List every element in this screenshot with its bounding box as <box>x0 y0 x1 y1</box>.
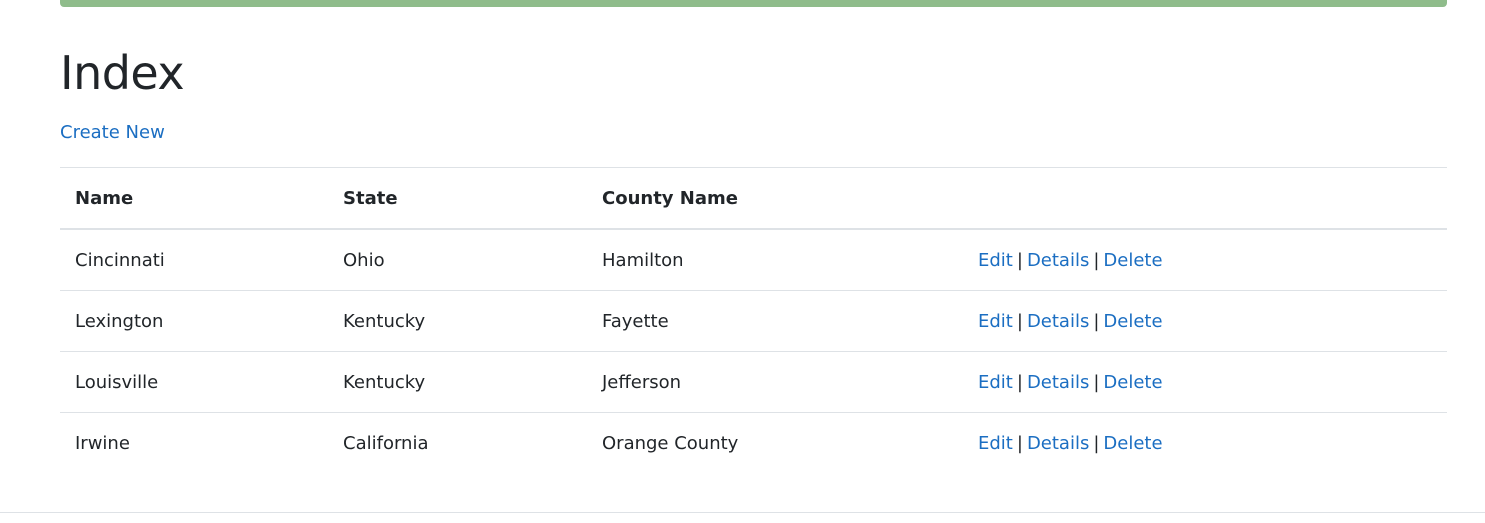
cell-county: Fayette <box>587 290 963 352</box>
action-separator: | <box>1016 249 1023 271</box>
table-row: Louisville Kentucky Jefferson Edit | Detai… <box>60 351 1447 413</box>
action-separator: | <box>1093 371 1100 393</box>
footer-divider <box>0 512 1485 513</box>
cell-state: California <box>328 412 587 473</box>
table-row: Irwine California Orange County Edit | Det… <box>60 412 1447 473</box>
edit-link[interactable]: Edit <box>978 372 1013 393</box>
cell-actions: Edit | Details | Delete <box>963 228 1447 291</box>
action-separator: | <box>1093 249 1100 271</box>
cell-name: Irwine <box>60 412 328 473</box>
action-separator: | <box>1093 432 1100 454</box>
cell-name: Louisville <box>60 351 328 413</box>
cell-state: Ohio <box>328 228 587 291</box>
edit-link[interactable]: Edit <box>978 433 1013 454</box>
delete-link[interactable]: Delete <box>1103 433 1162 454</box>
edit-link[interactable]: Edit <box>978 311 1013 332</box>
cell-county: Hamilton <box>587 228 963 291</box>
create-new-link[interactable]: Create New <box>60 121 165 145</box>
cell-name: Lexington <box>60 290 328 352</box>
action-separator: | <box>1016 432 1023 454</box>
top-accent-bar <box>60 0 1447 7</box>
action-separator: | <box>1016 310 1023 332</box>
cell-county: Jefferson <box>587 351 963 413</box>
column-header-actions <box>963 167 1447 230</box>
edit-link[interactable]: Edit <box>978 250 1013 271</box>
details-link[interactable]: Details <box>1027 372 1089 393</box>
page-title: Index <box>60 46 185 100</box>
column-header-state: State <box>328 167 587 230</box>
cell-actions: Edit | Details | Delete <box>963 290 1447 352</box>
cell-county: Orange County <box>587 412 963 473</box>
cell-name: Cincinnati <box>60 228 328 291</box>
delete-link[interactable]: Delete <box>1103 372 1162 393</box>
action-separator: | <box>1093 310 1100 332</box>
cell-actions: Edit | Details | Delete <box>963 412 1447 473</box>
table-row: Cincinnati Ohio Hamilton Edit | Details | De… <box>60 228 1447 291</box>
details-link[interactable]: Details <box>1027 250 1089 271</box>
delete-link[interactable]: Delete <box>1103 311 1162 332</box>
delete-link[interactable]: Delete <box>1103 250 1162 271</box>
details-link[interactable]: Details <box>1027 433 1089 454</box>
action-separator: | <box>1016 371 1023 393</box>
table-row: Lexington Kentucky Fayette Edit | Details |… <box>60 290 1447 352</box>
cell-state: Kentucky <box>328 351 587 413</box>
cell-state: Kentucky <box>328 290 587 352</box>
table-header-row: Name State County Name <box>60 167 1447 230</box>
cell-actions: Edit | Details | Delete <box>963 351 1447 413</box>
column-header-name: Name <box>60 167 328 230</box>
cities-table: Name State County Name Cincinnati Ohio H… <box>60 167 1447 473</box>
details-link[interactable]: Details <box>1027 311 1089 332</box>
column-header-county-name: County Name <box>587 167 963 230</box>
